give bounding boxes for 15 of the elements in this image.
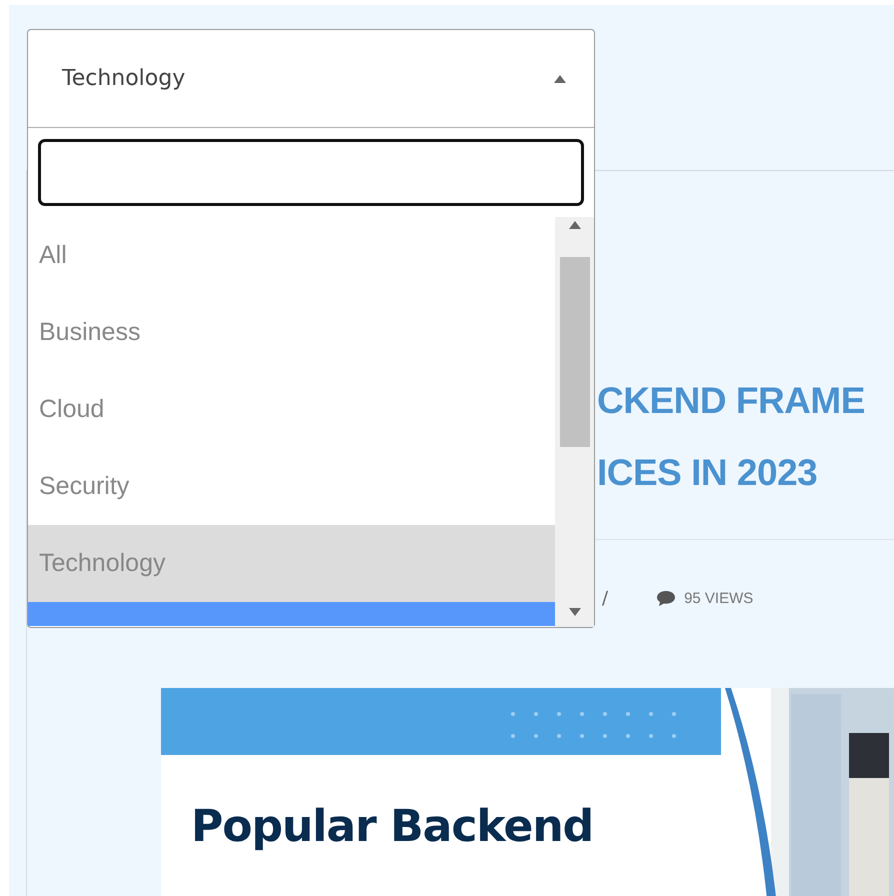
dropdown-value: Technology (62, 66, 186, 91)
comment-icon (656, 590, 676, 606)
dropdown-option[interactable]: Technology (28, 525, 555, 602)
views-count: 95 VIEWS (684, 590, 754, 606)
article-title[interactable]: CKEND FRAME (597, 371, 894, 431)
scroll-up-icon[interactable] (568, 221, 580, 229)
banner-heading: Popular Backend (191, 801, 594, 852)
scroll-down-icon[interactable] (568, 608, 580, 616)
scrollbar-thumb[interactable] (560, 257, 590, 447)
meta-separator: / (602, 588, 608, 608)
category-dropdown[interactable]: Technology All Business Cloud Security Technology (27, 29, 595, 628)
caret-icon[interactable] (554, 74, 566, 82)
scrollbar[interactable] (555, 217, 594, 627)
search-field[interactable] (38, 139, 584, 206)
article-title[interactable]: ICES IN 2023 (597, 443, 894, 503)
